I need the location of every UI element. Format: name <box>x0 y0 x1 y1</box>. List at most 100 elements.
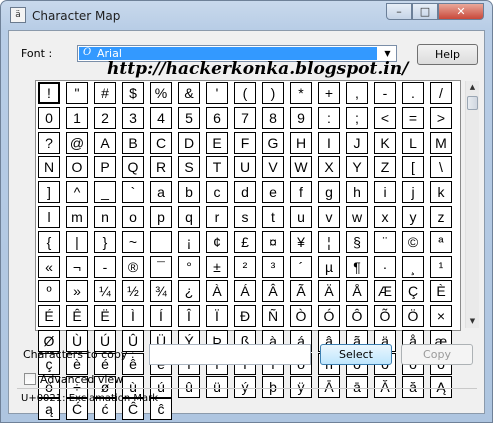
minimize-button[interactable]: – <box>386 3 412 20</box>
character-cell[interactable]: Ó <box>318 305 340 328</box>
character-cell[interactable]: c <box>206 181 228 204</box>
character-cell[interactable]: X <box>318 156 340 179</box>
character-cell[interactable]: C <box>150 131 172 154</box>
character-cell[interactable]: À <box>206 280 228 303</box>
character-cell[interactable]: ¬ <box>66 255 88 278</box>
character-cell[interactable]: 0 <box>38 106 60 129</box>
character-cell[interactable]: Ñ <box>262 305 284 328</box>
character-cell[interactable]: W <box>290 156 312 179</box>
help-button[interactable]: Help <box>417 44 478 65</box>
character-cell[interactable]: ³ <box>262 255 284 278</box>
character-cell[interactable]: , <box>346 82 368 104</box>
character-cell[interactable]: R <box>150 156 172 179</box>
character-cell[interactable]: b <box>178 181 200 204</box>
character-cell[interactable]: | <box>66 230 88 253</box>
character-cell[interactable]: Ò <box>290 305 312 328</box>
character-cell[interactable]: Ä <box>318 280 340 303</box>
character-cell[interactable]: _ <box>94 181 116 204</box>
characters-to-copy-input[interactable] <box>149 344 311 365</box>
character-cell[interactable]: ; <box>346 106 368 129</box>
character-cell[interactable]: " <box>66 82 88 104</box>
character-cell[interactable]: É <box>38 305 60 328</box>
character-cell[interactable]: ½ <box>122 280 144 303</box>
character-cell[interactable]: o <box>122 205 144 228</box>
character-cell[interactable]: { <box>38 230 60 253</box>
character-cell[interactable]: ' <box>206 82 228 104</box>
character-cell[interactable]: \ <box>430 156 452 179</box>
character-cell[interactable]: @ <box>66 131 88 154</box>
character-cell[interactable]: Î <box>178 305 200 328</box>
character-cell[interactable]: P <box>94 156 116 179</box>
character-cell[interactable]: Ì <box>122 305 144 328</box>
character-cell[interactable]: Q <box>122 156 144 179</box>
character-cell[interactable]: S <box>178 156 200 179</box>
character-cell[interactable]: q <box>178 205 200 228</box>
character-cell[interactable]: ! <box>38 82 60 104</box>
character-cell[interactable]: t <box>262 205 284 228</box>
character-cell[interactable]: Â <box>262 280 284 303</box>
character-cell[interactable]: ± <box>206 255 228 278</box>
character-cell[interactable]: v <box>318 205 340 228</box>
character-cell[interactable]: Æ <box>374 280 396 303</box>
character-cell[interactable]: A <box>94 131 116 154</box>
character-cell[interactable]: Ö <box>402 305 424 328</box>
character-cell[interactable]: 9 <box>290 106 312 129</box>
character-cell[interactable]: 7 <box>234 106 256 129</box>
character-cell[interactable]: V <box>262 156 284 179</box>
character-cell[interactable]: Ã <box>290 280 312 303</box>
character-cell[interactable]: - <box>94 255 116 278</box>
character-cell[interactable]: h <box>346 181 368 204</box>
character-cell[interactable]: ´ <box>290 255 312 278</box>
character-cell[interactable]: Ë <box>94 305 116 328</box>
character-cell[interactable]: N <box>38 156 60 179</box>
character-cell[interactable]: = <box>402 106 424 129</box>
character-cell[interactable]: Ð <box>234 305 256 328</box>
character-cell[interactable]: / <box>430 82 452 104</box>
character-cell[interactable]: 6 <box>206 106 228 129</box>
character-cell[interactable]: + <box>318 82 340 104</box>
character-cell[interactable]: ² <box>234 255 256 278</box>
character-cell[interactable]: ¸ <box>402 255 424 278</box>
character-cell[interactable]: d <box>234 181 256 204</box>
character-cell[interactable]: - <box>374 82 396 104</box>
character-cell[interactable]: B <box>122 131 144 154</box>
character-cell[interactable]: F <box>234 131 256 154</box>
maximize-button[interactable]: □ <box>412 3 438 20</box>
character-cell[interactable]: ~ <box>122 230 144 253</box>
character-cell[interactable]: Å <box>346 280 368 303</box>
character-cell[interactable]: Ô <box>346 305 368 328</box>
character-cell[interactable]: a <box>150 181 172 204</box>
character-cell[interactable]: 4 <box>150 106 172 129</box>
character-cell[interactable]: © <box>402 230 424 253</box>
character-cell[interactable]: ¿ <box>178 280 200 303</box>
character-cell[interactable]: * <box>290 82 312 104</box>
character-cell[interactable]: $ <box>122 82 144 104</box>
character-cell[interactable]: µ <box>318 255 340 278</box>
character-cell[interactable]: 3 <box>122 106 144 129</box>
character-cell[interactable]: [ <box>402 156 424 179</box>
character-cell[interactable]: U <box>234 156 256 179</box>
character-cell[interactable]: 8 <box>262 106 284 129</box>
character-cell[interactable]: . <box>402 82 424 104</box>
character-cell[interactable]: n <box>94 205 116 228</box>
character-cell[interactable]: Í <box>150 305 172 328</box>
character-cell[interactable]: e <box>262 181 284 204</box>
character-cell[interactable]: s <box>234 205 256 228</box>
character-cell[interactable]: # <box>94 82 116 104</box>
scroll-thumb[interactable] <box>467 96 478 110</box>
character-cell[interactable]: ¤ <box>262 230 284 253</box>
close-button[interactable]: ✕ <box>438 3 484 20</box>
character-cell[interactable]: 1 <box>66 106 88 129</box>
character-cell[interactable]: > <box>430 106 452 129</box>
character-cell[interactable]: J <box>346 131 368 154</box>
character-cell[interactable]: Ç <box>402 280 424 303</box>
character-cell[interactable]: ¡ <box>178 230 200 253</box>
character-cell[interactable]: · <box>374 255 396 278</box>
character-cell[interactable]: ) <box>262 82 284 104</box>
character-cell[interactable]: × <box>430 305 452 328</box>
character-grid[interactable]: ! " # $% & '() * +, -./0 1 2 3 4 5 6 7 8 9:; < = >? @ A B C D E F G H… <box>36 81 454 421</box>
character-cell[interactable]: ? <box>38 131 60 154</box>
character-cell[interactable]: & <box>178 82 200 104</box>
character-cell[interactable]: ¹ <box>430 255 452 278</box>
character-cell[interactable]: x <box>374 205 396 228</box>
